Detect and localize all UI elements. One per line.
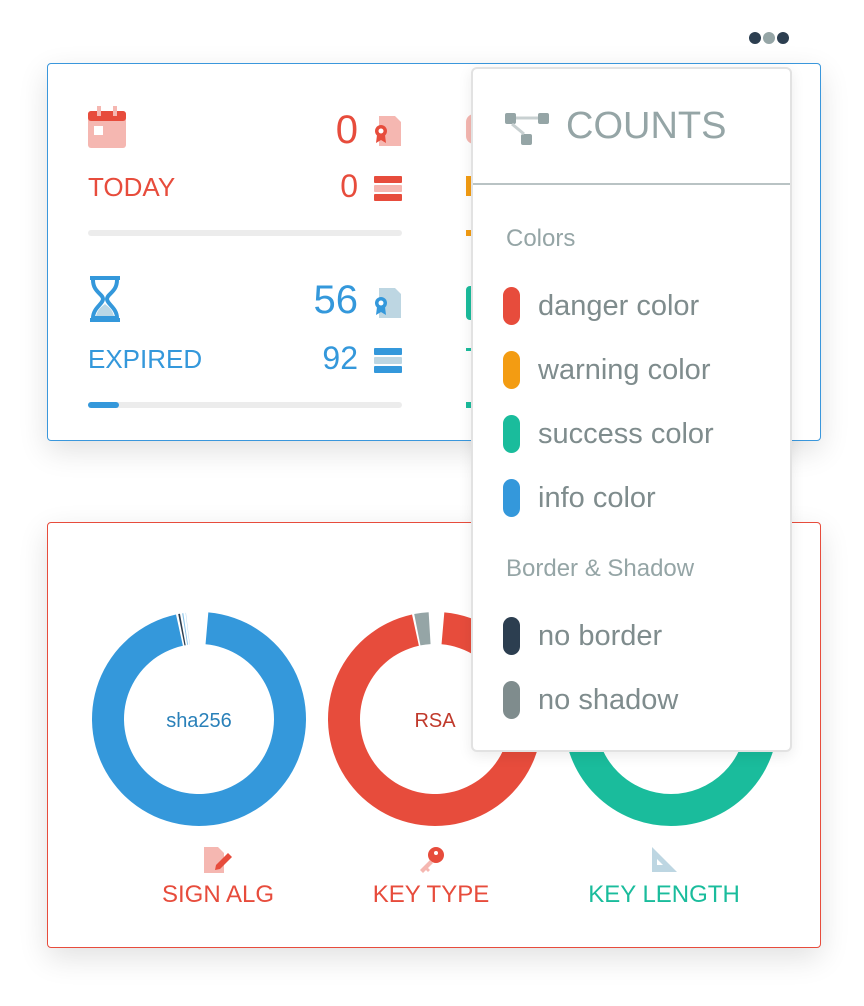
menu-item-label: info color (538, 481, 656, 514)
today-servers-count: 0 (340, 168, 358, 204)
menu-item-warning-color[interactable]: warning color (503, 351, 710, 389)
menu-item-label: no shadow (538, 683, 679, 716)
counts-dropdown-menu: COUNTS Colors danger color warning color… (471, 67, 792, 752)
donut-segment (185, 612, 190, 645)
sign-alg-center-label: sha256 (166, 710, 232, 732)
signature-icon (204, 847, 232, 873)
color-swatch (503, 287, 520, 325)
color-swatch (503, 479, 520, 517)
menu-item-label: danger color (538, 289, 700, 322)
server-icon (374, 176, 402, 201)
today-progress-bar (88, 230, 402, 236)
dot-icon (763, 32, 775, 44)
sign-alg-label: SIGN ALG (161, 881, 275, 908)
divider (473, 183, 790, 185)
menu-item-label: no border (538, 619, 663, 652)
today-certificates-count: 0 (335, 108, 358, 152)
key-type-label: KEY TYPE (372, 881, 490, 908)
color-swatch (503, 415, 520, 453)
key-length-label: KEY LENGTH (588, 881, 740, 908)
key-icon (420, 847, 444, 873)
menu-item-no-shadow[interactable]: no shadow (503, 681, 678, 719)
sitemap-icon (505, 113, 549, 145)
menu-item-info-color[interactable]: info color (503, 479, 656, 517)
menu-item-no-border[interactable]: no border (503, 617, 662, 655)
dot-icon (777, 32, 789, 44)
color-swatch (503, 351, 520, 389)
server-icon (374, 348, 402, 373)
color-swatch (503, 681, 520, 719)
hourglass-icon (90, 276, 120, 322)
dot-icon (749, 32, 761, 44)
menu-item-danger-color[interactable]: danger color (503, 287, 699, 325)
menu-title: COUNTS (566, 105, 727, 147)
expired-progress-bar (88, 402, 402, 408)
expired-certificates-count: 56 (313, 278, 359, 322)
calendar-icon (88, 106, 126, 148)
section-border-shadow-title: Border & Shadow (506, 555, 695, 582)
menu-item-label: warning color (538, 353, 711, 386)
donut-segment (182, 613, 188, 645)
certificate-icon (375, 116, 401, 146)
set-square-icon (652, 847, 677, 872)
color-swatch (503, 617, 520, 655)
more-options-button[interactable] (749, 32, 789, 44)
menu-item-label: success color (538, 417, 714, 450)
expired-servers-count: 92 (322, 340, 358, 376)
certificate-icon (375, 288, 401, 318)
today-label: TODAY (88, 172, 176, 202)
expired-label: EXPIRED (88, 344, 203, 374)
section-colors-title: Colors (506, 225, 576, 252)
menu-item-success-color[interactable]: success color (503, 415, 714, 453)
